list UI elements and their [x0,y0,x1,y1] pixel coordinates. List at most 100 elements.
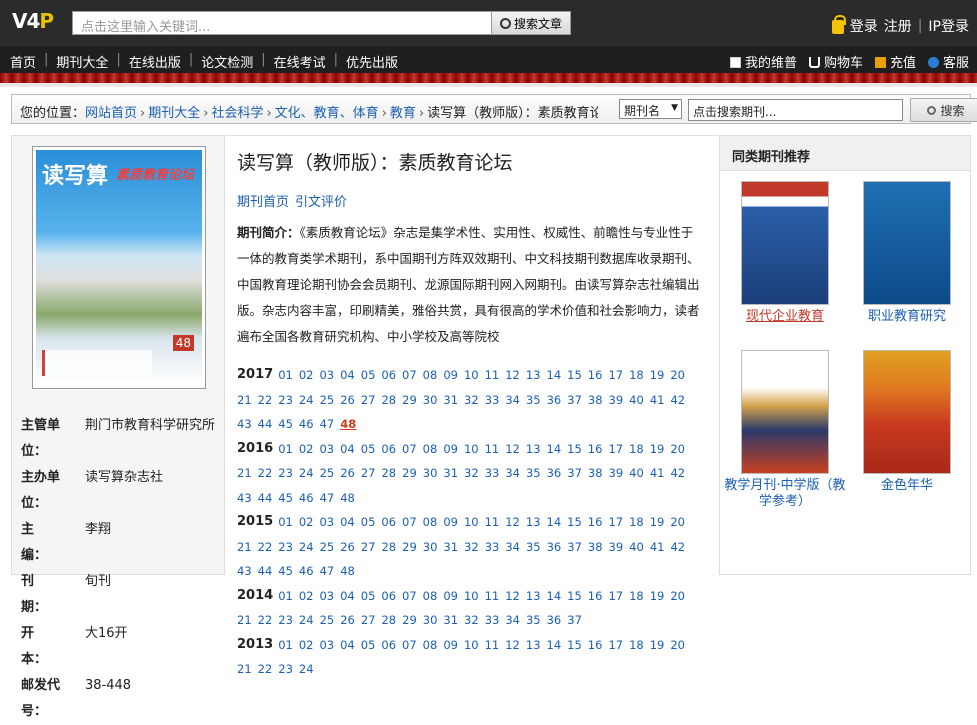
journal-field-select[interactable]: 期刊名 [619,99,682,119]
issue-link[interactable]: 12 [505,437,520,462]
issue-link[interactable]: 05 [361,510,376,535]
recommend-item[interactable]: 现代企业教育 [735,181,835,325]
issue-link[interactable]: 30 [423,461,438,486]
tab-journal-home[interactable]: 期刊首页 [237,191,289,210]
issue-link[interactable]: 37 [567,388,582,413]
issue-link[interactable]: 42 [670,535,685,560]
issue-link[interactable]: 15 [567,437,582,462]
issue-link[interactable]: 17 [608,363,623,388]
issue-link[interactable]: 27 [361,388,376,413]
issue-link[interactable]: 31 [443,461,458,486]
issue-link[interactable]: 26 [340,388,355,413]
issue-link[interactable]: 19 [650,584,665,609]
issue-link[interactable]: 07 [402,633,417,658]
issue-link[interactable]: 28 [381,535,396,560]
issue-link[interactable]: 07 [402,510,417,535]
issue-link[interactable]: 38 [588,388,603,413]
issue-link[interactable]: 46 [299,412,314,437]
issue-link[interactable]: 25 [320,608,335,633]
ip-login-link[interactable]: IP登录 [928,16,969,36]
issue-link[interactable]: 35 [526,461,541,486]
issue-link[interactable]: 02 [299,584,314,609]
recommend-name[interactable]: 金色年华 [857,478,957,494]
issue-link[interactable]: 46 [299,486,314,511]
issue-link[interactable]: 06 [381,633,396,658]
issue-link[interactable]: 11 [485,633,500,658]
issue-link[interactable]: 45 [278,412,293,437]
issue-link[interactable]: 16 [588,510,603,535]
issue-link[interactable]: 05 [361,584,376,609]
issue-link[interactable]: 41 [650,388,665,413]
journal-thumbnail[interactable] [741,181,829,305]
issue-link[interactable]: 05 [361,363,376,388]
issue-link[interactable]: 15 [567,510,582,535]
issue-link[interactable]: 32 [464,461,479,486]
issue-link[interactable]: 20 [670,437,685,462]
issue-link[interactable]: 06 [381,437,396,462]
issue-link[interactable]: 40 [629,461,644,486]
issue-link[interactable]: 12 [505,510,520,535]
issue-link[interactable]: 16 [588,437,603,462]
issue-link[interactable]: 04 [340,584,355,609]
issue-link[interactable]: 47 [320,559,335,584]
issue-link[interactable]: 17 [608,633,623,658]
issue-link[interactable]: 25 [320,461,335,486]
issue-link[interactable]: 33 [485,608,500,633]
issue-link[interactable]: 19 [650,633,665,658]
support-link[interactable]: 客服 [927,52,969,71]
issue-link[interactable]: 31 [443,535,458,560]
issue-link[interactable]: 32 [464,535,479,560]
issue-link[interactable]: 32 [464,388,479,413]
issue-link[interactable]: 20 [670,584,685,609]
issue-link[interactable]: 31 [443,388,458,413]
issue-link[interactable]: 33 [485,461,500,486]
journal-thumbnail[interactable] [863,181,951,305]
issue-link[interactable]: 18 [629,584,644,609]
issue-link[interactable]: 25 [320,535,335,560]
nav-priority-publish[interactable]: 优先出版 [338,52,406,71]
issue-link[interactable]: 41 [650,461,665,486]
issue-link[interactable]: 38 [588,461,603,486]
issue-link[interactable]: 08 [423,584,438,609]
issue-link[interactable]: 42 [670,461,685,486]
issue-link[interactable]: 43 [237,486,252,511]
issue-link[interactable]: 16 [588,363,603,388]
issue-link[interactable]: 40 [629,388,644,413]
issue-link[interactable]: 28 [381,608,396,633]
issue-link[interactable]: 13 [526,437,541,462]
issue-link[interactable]: 41 [650,535,665,560]
issue-link[interactable]: 29 [402,535,417,560]
issue-link[interactable]: 45 [278,559,293,584]
issue-link[interactable]: 34 [505,535,520,560]
register-link[interactable]: 注册 [884,16,912,36]
issue-link[interactable]: 39 [609,535,624,560]
issue-link[interactable]: 10 [464,510,479,535]
issue-link[interactable]: 15 [567,584,582,609]
issue-link[interactable]: 11 [485,584,500,609]
issue-link[interactable]: 02 [299,363,314,388]
issue-link[interactable]: 15 [567,363,582,388]
search-input[interactable]: 点击这里输入关键词... [72,11,492,35]
tab-citation[interactable]: 引文评价 [295,191,347,210]
issue-link[interactable]: 01 [278,437,293,462]
issue-link[interactable]: 21 [237,608,252,633]
issue-link[interactable]: 11 [485,363,500,388]
issue-link[interactable]: 17 [608,437,623,462]
issue-link[interactable]: 18 [629,363,644,388]
issue-link[interactable]: 01 [278,633,293,658]
issue-link[interactable]: 22 [258,657,273,682]
recommend-item[interactable]: 金色年华 [857,350,957,494]
issue-link[interactable]: 19 [650,363,665,388]
issue-link[interactable]: 34 [505,388,520,413]
breadcrumb-link[interactable]: 期刊大全 [148,106,200,121]
issue-link[interactable]: 12 [505,363,520,388]
issue-link[interactable]: 36 [547,461,562,486]
issue-link[interactable]: 24 [299,461,314,486]
issue-link[interactable]: 29 [402,608,417,633]
recommend-name[interactable]: 现代企业教育 [735,309,835,325]
issue-link[interactable]: 07 [402,584,417,609]
recommend-item[interactable]: 教学月刊·中学版（教学参考） [720,350,850,510]
issue-link[interactable]: 20 [670,510,685,535]
journal-thumbnail[interactable] [863,350,951,474]
issue-link[interactable]: 14 [547,510,562,535]
